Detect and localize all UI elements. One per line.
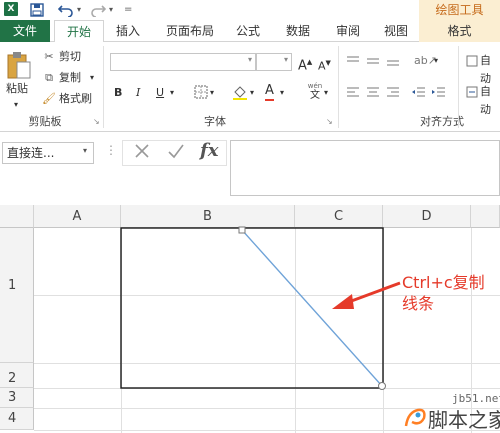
annotation-line-1: Ctrl+c复制	[402, 273, 485, 292]
drawing-layer	[120, 226, 401, 390]
annotation-arrow	[345, 281, 401, 305]
selection-handle[interactable]	[238, 226, 246, 234]
annotation-line-2: 线条	[402, 294, 435, 313]
watermark-logo-icon	[404, 406, 428, 428]
annotation-arrow-head	[332, 294, 354, 309]
diagonal-line-shape[interactable]	[241, 229, 383, 387]
annotation-text: Ctrl+c复制 线条	[402, 272, 485, 314]
selection-handle[interactable]	[378, 382, 386, 390]
watermark-brand: 脚本之家	[428, 408, 500, 432]
